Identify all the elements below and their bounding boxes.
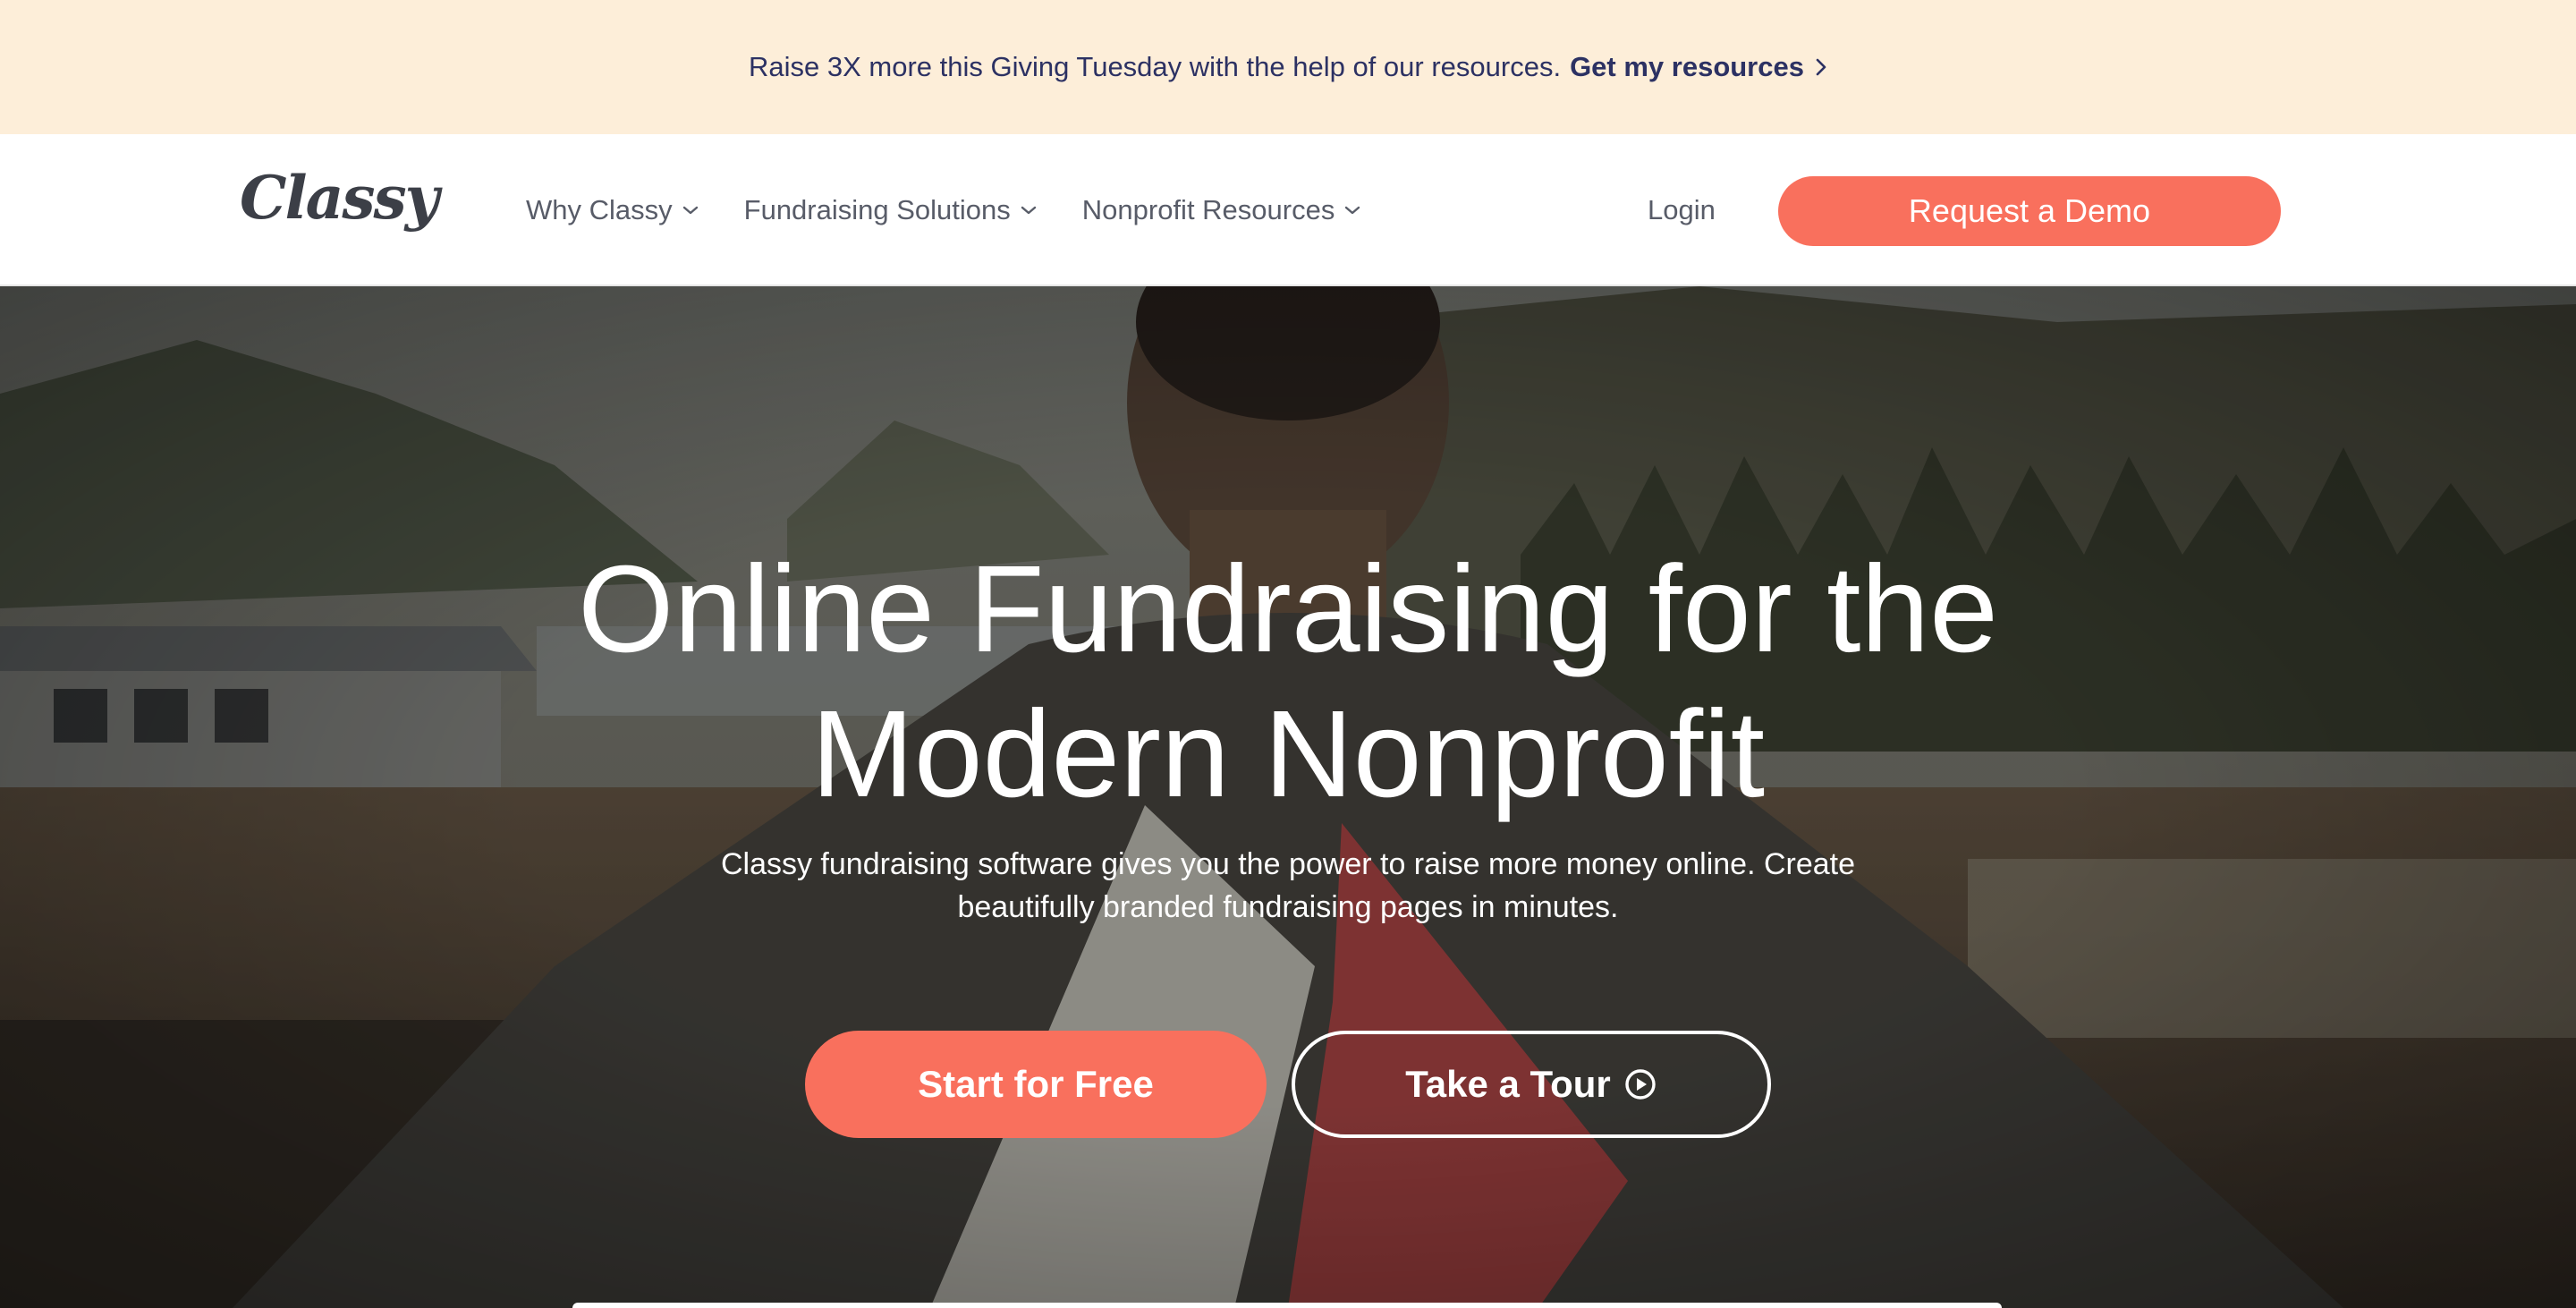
nav-item-fundraising-solutions[interactable]: Fundraising Solutions (744, 194, 1038, 226)
take-a-tour-label: Take a Tour (1405, 1063, 1611, 1105)
nav-item-label: Why Classy (526, 194, 673, 225)
nav-item-why-classy[interactable]: Why Classy (526, 194, 699, 226)
login-link[interactable]: Login (1648, 134, 1716, 286)
nav-item-label: Nonprofit Resources (1081, 194, 1335, 225)
hero-section: Online Fundraising for the Modern Nonpro… (0, 286, 2576, 1308)
chevron-down-icon (1021, 206, 1036, 215)
promo-cta-link[interactable]: Get my resources (1570, 51, 1827, 83)
hero-subtitle-line1: Classy fundraising software gives you th… (720, 847, 1856, 881)
hero-subtitle-line2: beautifully branded fundraising pages in… (957, 890, 1619, 924)
promo-banner: Raise 3X more this Giving Tuesday with t… (0, 0, 2576, 134)
classy-logo[interactable]: Classy (240, 168, 439, 227)
chevron-down-icon (682, 206, 698, 215)
promo-text: Raise 3X more this Giving Tuesday with t… (749, 51, 1562, 82)
chevron-right-icon (1816, 58, 1826, 76)
hero-title-line1: Online Fundraising for the (578, 540, 1998, 678)
play-circle-icon (1625, 1069, 1656, 1100)
request-demo-button[interactable]: Request a Demo (1778, 176, 2281, 246)
hero-bottom-card-edge (572, 1303, 2002, 1308)
chevron-down-icon (1345, 206, 1360, 215)
hero-subtitle: Classy fundraising software gives you th… (662, 843, 1914, 929)
nav-item-label: Fundraising Solutions (743, 194, 1011, 225)
nav-item-nonprofit-resources[interactable]: Nonprofit Resources (1082, 194, 1362, 226)
hero-title: Online Fundraising for the Modern Nonpro… (0, 537, 2576, 827)
nav-menu: Why Classy Fundraising Solutions Nonprof… (526, 134, 1406, 286)
promo-cta-label: Get my resources (1570, 51, 1804, 82)
hero-title-line2: Modern Nonprofit (810, 685, 1766, 823)
start-for-free-button[interactable]: Start for Free (805, 1031, 1267, 1138)
take-a-tour-button[interactable]: Take a Tour (1292, 1031, 1771, 1138)
main-nav: Classy Why Classy Fundraising Solutions … (0, 134, 2576, 286)
